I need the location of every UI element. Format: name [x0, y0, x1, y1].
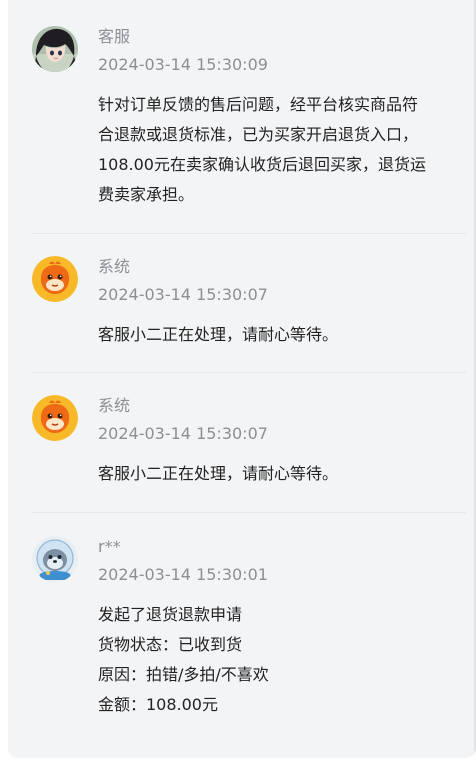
- message-line: 原因：拍错/多拍/不喜欢: [98, 665, 269, 684]
- message-text: 针对订单反馈的售后问题，经平台核实商品符 合退款或退货标准，已为买家开启退货入口…: [98, 90, 466, 210]
- message-text: 客服小二正在处理，请耐心等待。: [98, 320, 466, 350]
- system-avatar: [32, 395, 78, 441]
- message-line: 客服小二正在处理，请耐心等待。: [98, 325, 339, 344]
- system-avatar: [32, 256, 78, 302]
- sender-name: r**: [98, 537, 121, 556]
- sender-name: 系统: [98, 396, 131, 415]
- message-timestamp: 2024-03-14 15:30:01: [98, 565, 268, 584]
- message-line: 针对订单反馈的售后问题，经平台核实商品符: [98, 95, 419, 114]
- message-line: 金额：108.00元: [98, 695, 218, 714]
- message-line: 合退款或退货标准，已为买家开启退货入口，: [98, 125, 419, 144]
- buyer-avatar: [32, 536, 78, 582]
- message-timestamp: 2024-03-14 15:30:07: [98, 285, 268, 304]
- message-text: 客服小二正在处理，请耐心等待。: [98, 459, 466, 489]
- negotiation-history-panel: 客服 2024-03-14 15:30:09 针对订单反馈的售后问题，经平台核实…: [8, 0, 476, 758]
- message-line: 108.00元在卖家确认收货后退回买家，退货运: [98, 155, 426, 174]
- message-timestamp: 2024-03-14 15:30:09: [98, 55, 268, 74]
- mascot-avatar-icon: [32, 256, 78, 302]
- message-line: 客服小二正在处理，请耐心等待。: [98, 464, 339, 483]
- message-text: 发起了退货退款申请 货物状态：已收到货 原因：拍错/多拍/不喜欢 金额：108.…: [98, 600, 466, 720]
- sender-name: 客服: [98, 27, 131, 46]
- message-line: 费卖家承担。: [98, 185, 195, 204]
- entry-divider: [32, 372, 466, 373]
- message-timestamp: 2024-03-14 15:30:07: [98, 424, 268, 443]
- entry-divider: [32, 233, 466, 234]
- service-agent-avatar: [32, 26, 78, 72]
- anime-girl-avatar-icon: [32, 26, 78, 72]
- message-line: 货物状态：已收到货: [98, 635, 243, 654]
- seal-astronaut-avatar-icon: [32, 536, 78, 582]
- entry-divider: [32, 512, 466, 513]
- mascot-avatar-icon: [32, 395, 78, 441]
- sender-name: 系统: [98, 257, 131, 276]
- message-line: 发起了退货退款申请: [98, 605, 243, 624]
